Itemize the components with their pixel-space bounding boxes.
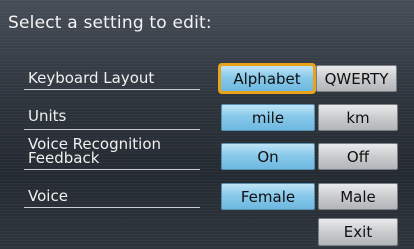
divider [24, 129, 200, 130]
male-voice-button[interactable]: Male [318, 183, 398, 210]
female-voice-button[interactable]: Female [221, 183, 315, 210]
divider [24, 169, 200, 170]
voice-recognition-feedback-label: Voice Recognition Feedback [28, 137, 161, 167]
units-label: Units [28, 107, 67, 125]
alphabet-option-button[interactable]: Alphabet [218, 63, 316, 94]
voice-label: Voice [28, 187, 68, 205]
km-option-button[interactable]: km [318, 104, 398, 131]
mile-option-button[interactable]: mile [221, 104, 315, 131]
exit-button[interactable]: Exit [318, 218, 398, 246]
qwerty-option-button[interactable]: QWERTY [316, 65, 397, 92]
settings-screen: Select a setting to edit: Keyboard Layou… [0, 0, 414, 249]
divider [24, 207, 200, 208]
page-title: Select a setting to edit: [8, 13, 212, 33]
label-line: Feedback [28, 149, 100, 167]
keyboard-layout-label: Keyboard Layout [28, 69, 155, 87]
feedback-on-button[interactable]: On [221, 143, 315, 170]
feedback-off-button[interactable]: Off [318, 143, 398, 170]
divider [24, 89, 200, 90]
